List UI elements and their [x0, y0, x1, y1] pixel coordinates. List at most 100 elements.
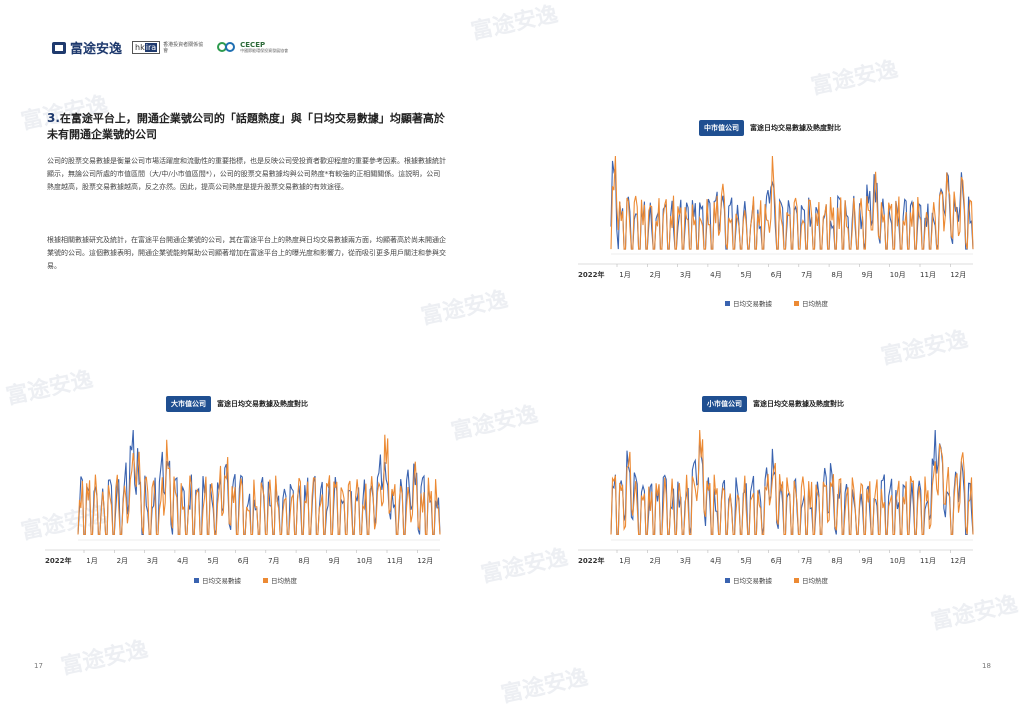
month-label: 11月	[920, 557, 936, 565]
legend-swatch-heat	[794, 577, 799, 583]
futu-logo: 富途安逸	[52, 38, 122, 57]
legend-item-heat: 日均熱度	[794, 575, 828, 585]
chart-title-row: 小市值公司 富途日均交易數據及熱度對比	[702, 396, 844, 412]
watermark: 富途安逸	[418, 287, 511, 330]
month-label: 11月	[920, 271, 936, 279]
hkira-logo-ira: ira	[144, 43, 158, 52]
month-label: 1月	[619, 271, 630, 279]
legend-swatch-volume	[725, 300, 730, 306]
watermark: 富途安逸	[498, 665, 591, 708]
chart-title: 富途日均交易數據及熱度對比	[750, 124, 841, 132]
year-label: 2022年	[45, 556, 71, 565]
legend-label: 日均交易數據	[733, 300, 772, 308]
legend-swatch-volume	[725, 577, 730, 583]
legend-label: 日均熱度	[271, 577, 297, 585]
month-label: 8月	[298, 557, 309, 565]
watermark: 富途安逸	[928, 592, 1021, 635]
month-label: 2月	[650, 557, 661, 565]
month-label: 6月	[238, 557, 249, 565]
month-label: 3月	[680, 557, 691, 565]
month-label: 8月	[831, 557, 842, 565]
month-label: 1月	[86, 557, 97, 565]
month-label: 3月	[147, 557, 158, 565]
legend-item-volume: 日均交易數據	[194, 575, 241, 585]
legend-item-heat: 日均熱度	[794, 298, 828, 308]
legend-item-volume: 日均交易數據	[725, 575, 772, 585]
chart-plot: 2022年 1月 2月 3月 4月 5月 6月 7月 8月 9月 10月 11月 12月	[578, 429, 974, 565]
month-label: 3月	[680, 271, 691, 279]
month-label: 1月	[619, 557, 630, 565]
chart-title-row: 大市值公司 富途日均交易數據及熱度對比	[166, 396, 308, 412]
month-label: 7月	[801, 271, 812, 279]
legend-swatch-volume	[194, 577, 199, 583]
month-label: 9月	[329, 557, 340, 565]
chart-title-row: 中市值公司 富途日均交易數據及熱度對比	[699, 120, 841, 136]
watermark: 富途安逸	[58, 637, 151, 680]
month-label: 4月	[710, 557, 721, 565]
section-title: 在富途平台上，開通企業號公司的「話題熱度」與「日均交易數據」均顯著高於未有開通企…	[47, 112, 445, 141]
hkira-logo-hk: hk	[135, 43, 145, 52]
paragraph-2: 根據相關數據研究及統計，在富途平台開通企業號的公司，其在富途平台上的熱度與日均交…	[47, 236, 446, 270]
month-label: 8月	[831, 271, 842, 279]
month-label: 5月	[207, 557, 218, 565]
page-number-right: 18	[982, 662, 991, 670]
paragraph-1: 公司的股票交易數據是衡量公司市場活躍度和流動性的重要指標，也是反映公司受投資者歡…	[47, 157, 446, 191]
month-label: 10月	[357, 557, 373, 565]
legend-swatch-heat	[263, 577, 268, 583]
legend-label: 日均熱度	[802, 300, 828, 308]
watermark: 富途安逸	[448, 402, 541, 445]
month-label: 10月	[890, 557, 906, 565]
legend-item-heat: 日均熱度	[263, 575, 297, 585]
section-heading: 3.在富途平台上，開通企業號公司的「話題熱度」與「日均交易數據」均顯著高於未有開…	[47, 110, 447, 143]
chart-legend: 日均交易數據 日均熱度	[194, 575, 297, 585]
chart-plot: 2022年 1月 2月 3月 4月 5月 6月 7月 8月 9月 10月 11月 12月	[45, 429, 441, 565]
legend-swatch-heat	[794, 300, 799, 306]
year-label: 2022年	[578, 270, 604, 279]
month-label: 12月	[417, 557, 433, 565]
cecep-rings-icon	[217, 41, 237, 54]
month-label: 5月	[740, 271, 751, 279]
chart-title: 富途日均交易數據及熱度對比	[217, 400, 308, 408]
section-number: 3.	[47, 111, 60, 125]
cecep-logo-text: CECEP 中國節能環保投資發展協會	[240, 41, 289, 54]
futu-logo-text: 富途安逸	[70, 42, 123, 57]
month-label: 10月	[890, 271, 906, 279]
chart-legend: 日均交易數據 日均熱度	[725, 298, 828, 308]
month-label: 9月	[862, 271, 873, 279]
chart-tag: 大市值公司	[166, 396, 211, 412]
chart-legend: 日均交易數據 日均熱度	[725, 575, 828, 585]
chart-small-cap: 小市值公司 富途日均交易數據及熱度對比 2022年 1月 2月 3月 4月 5月 6月 7月 8…	[578, 394, 978, 589]
month-label: 4月	[710, 271, 721, 279]
watermark: 富途安逸	[478, 545, 571, 588]
month-label: 5月	[740, 557, 751, 565]
month-label: 6月	[771, 557, 782, 565]
chart-tag: 中市值公司	[699, 120, 744, 136]
legend-label: 日均交易數據	[202, 577, 241, 585]
watermark: 富途安逸	[468, 2, 561, 45]
month-label: 2月	[117, 557, 128, 565]
month-label: 11月	[387, 557, 403, 565]
logo-bar: 富途安逸 hkira 香港投資者關係協會 CECEP 中國節能環保投資發展協會	[52, 38, 288, 57]
legend-label: 日均交易數據	[733, 577, 772, 585]
chart-plot: 2022年 1月 2月 3月 4月 5月 6月 7月 8月 9月 10月 11月 12月	[578, 155, 974, 279]
legend-item-volume: 日均交易數據	[725, 298, 772, 308]
month-label: 7月	[801, 557, 812, 565]
month-label: 12月	[950, 557, 966, 565]
year-label: 2022年	[578, 556, 604, 565]
legend-label: 日均熱度	[802, 577, 828, 585]
hkira-logo-mark: hkira	[132, 41, 161, 54]
cecep-logo-sub: 中國節能環保投資發展協會	[240, 47, 289, 53]
month-label: 4月	[177, 557, 188, 565]
chart-title: 富途日均交易數據及熱度對比	[753, 400, 844, 408]
hkira-logo: hkira 香港投資者關係協會	[132, 41, 207, 54]
watermark: 富途安逸	[878, 327, 971, 370]
watermark: 富途安逸	[808, 57, 901, 100]
month-label: 2月	[650, 271, 661, 279]
page-number-left: 17	[34, 662, 43, 670]
chart-tag: 小市值公司	[702, 396, 747, 412]
month-label: 9月	[862, 557, 873, 565]
chart-mid-cap: 中市值公司 富途日均交易數據及熱度對比 2022年 1月 2月 3月 4月 5月 6月 7月 8…	[578, 118, 978, 313]
futu-logo-icon	[52, 41, 66, 54]
month-label: 7月	[268, 557, 279, 565]
month-label: 6月	[771, 271, 782, 279]
